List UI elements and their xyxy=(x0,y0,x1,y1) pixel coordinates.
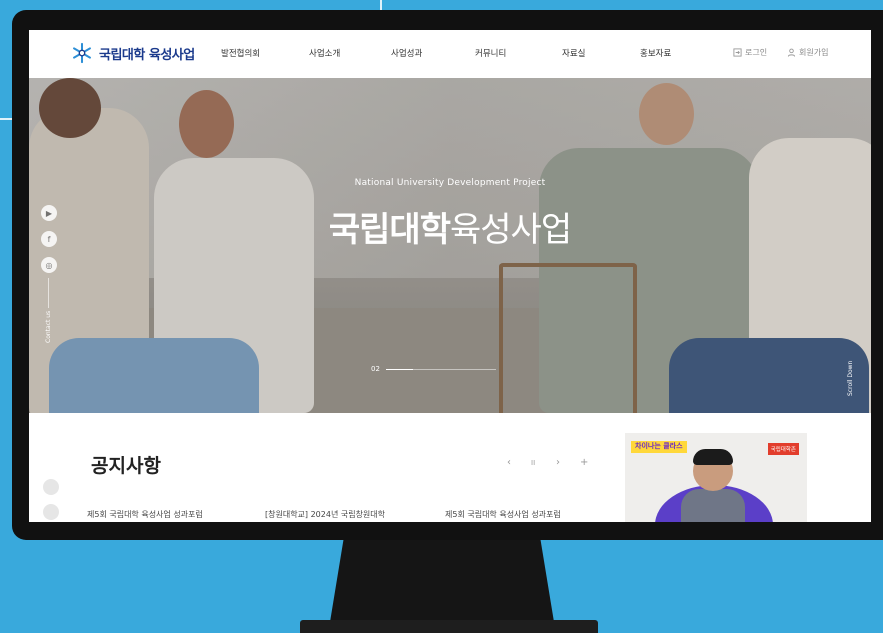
contact-us-label[interactable]: Contact us xyxy=(45,311,52,343)
menu-item-archive[interactable]: 자료실 xyxy=(562,47,585,59)
website-screen: 국립대학 육성사업 발전협의회 사업소개 사업성과 커뮤니티 자료실 홍보자료 … xyxy=(29,30,871,522)
menu-item-achievements[interactable]: 사업성과 xyxy=(391,47,422,59)
promo-person-suit xyxy=(681,489,745,522)
slide-index: 02 xyxy=(371,365,380,373)
slide-pager: 02 xyxy=(371,365,496,373)
user-icon xyxy=(787,48,796,57)
facebook-icon[interactable]: f xyxy=(41,231,57,247)
hero-subtitle: National University Development Project xyxy=(354,178,546,188)
logo-text: 국립대학 육성사업 xyxy=(99,47,195,63)
notice-section: 공지사항 ‹ II › + 제5회 국립대학 육성사업 성과포럼 [창원대학교]… xyxy=(29,413,871,522)
login-label: 로그인 xyxy=(745,48,768,57)
site-logo[interactable]: 국립대학 육성사업 xyxy=(71,42,195,64)
hero-title-bold: 국립대학 xyxy=(328,210,451,250)
login-link[interactable]: 로그인 xyxy=(733,47,767,58)
youtube-icon[interactable]: ▶ xyxy=(41,205,57,221)
menu-item-community[interactable]: 커뮤니티 xyxy=(475,47,506,59)
notice-item-2[interactable]: [창원대학교] 2024년 국립창원대학 xyxy=(265,509,385,520)
scroll-down-label[interactable]: Scroll Down xyxy=(847,361,854,396)
notice-pause-button[interactable]: II xyxy=(531,459,535,467)
slide-progress-fill xyxy=(385,368,414,370)
notice-more-button[interactable]: + xyxy=(580,457,588,468)
notice-next-button[interactable]: › xyxy=(556,457,560,468)
monitor-stand xyxy=(330,540,554,622)
instagram-icon[interactable]: ◎ xyxy=(41,257,57,273)
hero-banner: National University Development Project … xyxy=(29,78,871,413)
menu-item-about[interactable]: 사업소개 xyxy=(309,47,340,59)
notice-item-3[interactable]: 제5회 국립대학 육성사업 성과포럼 xyxy=(445,509,561,520)
top-navigation: 국립대학 육성사업 발전협의회 사업소개 사업성과 커뮤니티 자료실 홍보자료 … xyxy=(29,30,871,79)
logo-snowflake-icon xyxy=(73,42,91,64)
monitor-stand-base xyxy=(300,620,598,633)
notice-prev-button[interactable]: ‹ xyxy=(507,457,511,468)
promo-badge: 차이나는 클라스 xyxy=(631,441,687,453)
side-circle-icon-1[interactable] xyxy=(43,479,59,495)
promo-person-hair xyxy=(693,449,733,465)
notice-item-1[interactable]: 제5회 국립대학 육성사업 성과포럼 xyxy=(87,509,203,520)
login-icon xyxy=(733,48,742,57)
signup-link[interactable]: 회원가입 xyxy=(787,47,828,58)
hero-title-light: 육성사업 xyxy=(450,210,572,250)
notice-title: 공지사항 xyxy=(91,455,161,477)
menu-item-promotion[interactable]: 홍보자료 xyxy=(640,47,671,59)
social-divider xyxy=(48,278,49,308)
hero-title: 국립대학육성사업 xyxy=(29,202,871,251)
slide-progress-track[interactable] xyxy=(385,368,496,370)
signup-label: 회원가입 xyxy=(799,48,829,57)
side-circle-icon-2[interactable] xyxy=(43,504,59,520)
promo-tag: 국립대학존 xyxy=(767,443,799,455)
menu-item-council[interactable]: 발전협의회 xyxy=(221,47,260,59)
promo-banner[interactable]: 차이나는 클라스 국립대학존 xyxy=(625,433,807,522)
